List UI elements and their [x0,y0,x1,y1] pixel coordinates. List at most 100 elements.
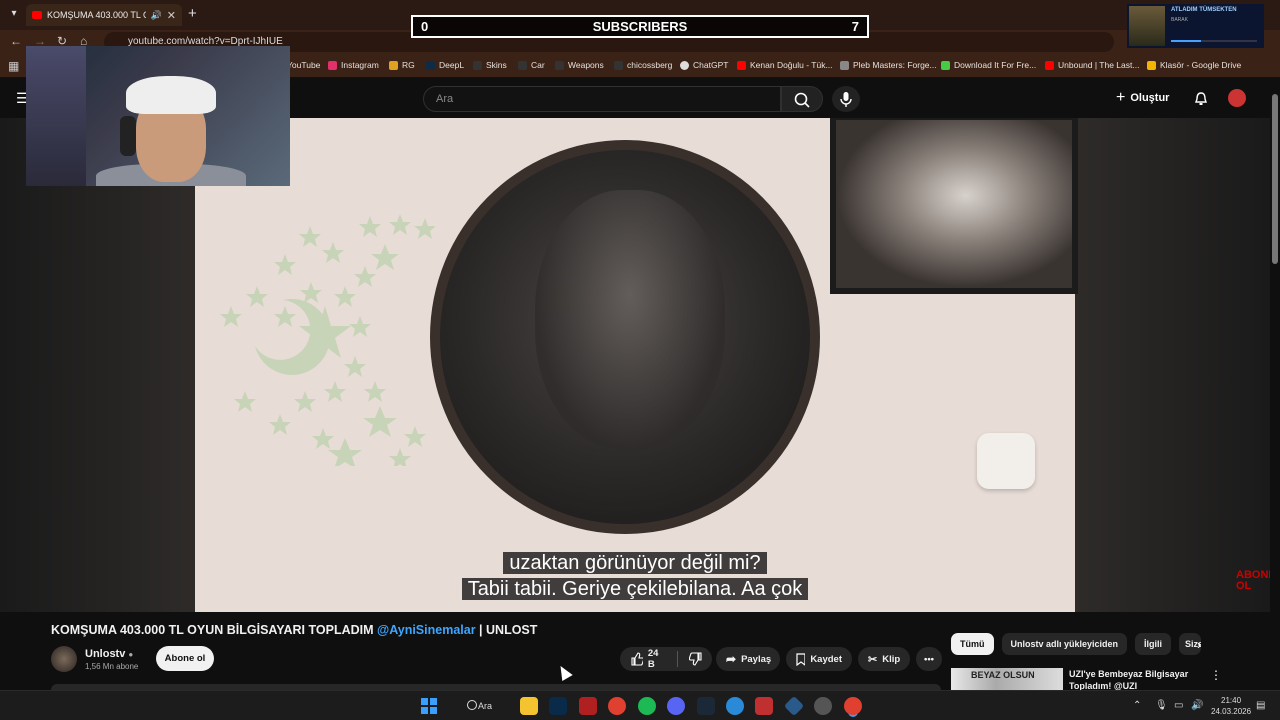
chevron-right-icon[interactable]: › [1197,637,1201,652]
bookmark-chatgpt[interactable]: ChatGPT [680,60,728,70]
share-icon: ➦ [726,652,737,666]
bookmark-label: Unbound | The Last... [1058,60,1140,70]
close-tab-icon[interactable]: ✕ [167,9,176,22]
recommended-video-title[interactable]: UZI'ye Bembeyaz Bilgisayar Topladım! @UZ… [1069,668,1197,690]
speaker-icon[interactable]: 🔊 [151,10,162,21]
subscribe-button[interactable]: Abone ol [156,646,214,671]
apps-icon[interactable]: ▦ [8,59,19,73]
share-button[interactable]: ➦ Paylaş [716,647,780,671]
volume-icon[interactable]: 🔊 [1191,700,1203,711]
clock-time: 21:40 [1221,696,1242,705]
wall-outlet [977,433,1035,489]
caption-text: uzaktan görünüyor değil mi? [503,552,767,574]
glow-stars-decoration [220,214,435,466]
windows-start-icon[interactable] [420,697,438,715]
thumbs-up-icon[interactable] [630,652,643,666]
more-actions-button[interactable]: ••• [916,647,942,671]
bookmark-label: Pleb Masters: Forge... [853,60,937,70]
video-player[interactable]: uzaktan görünüyor değil mi? Tabii tabii.… [0,118,1270,612]
edge-icon[interactable] [726,697,744,715]
network-icon[interactable]: ▭ [1174,700,1183,711]
instagram-icon [328,60,337,70]
bookmark-label: Klasör - Google Drive [1160,60,1242,70]
taskbar-clock[interactable]: 21:40 24.03.2026 [1211,695,1251,717]
deepl-icon [426,60,435,70]
chip-all[interactable]: Tümü [951,633,994,655]
caption-line-1: uzaktan görünüyor değil mi? [0,550,1270,576]
subscriber-counter: 0 SUBSCRIBERS 7 [411,15,869,38]
video-title: KOMŞUMA 403.000 TL OYUN BİLGİSAYARI TOPL… [51,623,537,637]
steam-icon[interactable] [697,697,715,715]
bookmark-label: Download It For Fre... [954,60,1037,70]
caption-text: Tabii tabii. Geriye çekilebilana. Aa çok [461,578,809,600]
chevron-up-icon[interactable]: ⌃ [1133,700,1141,711]
bookmark-weapons[interactable]: Weapons [555,60,604,70]
bookmark-car[interactable]: Car [518,60,545,70]
plus-icon: + [1116,89,1126,106]
now-playing-progress [1171,40,1257,42]
like-dislike-group: 24 B [620,647,712,671]
bookmark-label: YouTube [287,60,321,70]
app-icon-blue[interactable] [783,695,805,717]
kebab-menu-icon[interactable]: ⋮ [1210,668,1222,682]
save-button[interactable]: Kaydet [786,647,852,671]
channel-name[interactable]: Unlostv ● [85,648,133,660]
clip-button[interactable]: ✂ Klip [858,647,910,671]
bookmark-unbound[interactable]: Unbound | The Last... [1045,60,1139,70]
bookmark-label: Car [531,60,545,70]
file-explorer-icon[interactable] [520,697,538,715]
bookmark-pleb-masters[interactable]: Pleb Masters: Forge... [840,60,937,70]
browser-tab[interactable]: KOMŞUMA 403.000 TL OYUN 🔊 ✕ [26,4,182,26]
windows-taskbar: Ara ⌃ 🎙 ▭ 🔊 21:40 24.03.2026 ▤ [0,690,1280,720]
photoshop-icon[interactable] [549,697,567,715]
folder-icon [473,60,482,70]
clock-date: 24.03.2026 [1211,707,1252,716]
bookmark-kenan[interactable]: Kenan Doğulu - Tük... [737,60,833,70]
thumbs-down-icon[interactable] [689,652,702,666]
notification-center-icon[interactable]: ▤ [1256,700,1265,711]
bookmark-label: Kenan Doğulu - Tük... [750,60,833,70]
notifications-bell-icon[interactable] [1193,91,1209,107]
bookmark-youtube[interactable]: YouTube [287,60,320,70]
account-avatar[interactable] [1228,89,1246,107]
bookmark-google-drive[interactable]: Klasör - Google Drive [1147,60,1241,70]
new-tab-button[interactable]: + [188,5,197,22]
app-icon-red[interactable] [755,697,773,715]
search-input[interactable]: Ara [423,86,781,112]
scrollbar-thumb[interactable] [1272,94,1278,264]
bookmark-instagram[interactable]: Instagram [328,60,379,70]
bookmark-label: ChatGPT [693,60,729,70]
youtube-icon [737,60,746,70]
obs-icon[interactable] [814,697,832,715]
channel-avatar[interactable] [51,646,77,672]
back-icon[interactable]: ← [10,34,22,48]
page-scrollbar[interactable] [1270,78,1280,690]
spotify-icon[interactable] [638,697,656,715]
create-button[interactable]: + Oluştur [1116,89,1169,107]
bookmark-deepl[interactable]: DeepL [426,60,464,70]
video-ambient-left [0,118,195,612]
chip-related[interactable]: İlgili [1135,633,1172,655]
recommended-video-thumbnail[interactable]: BEYAZ OLSUN [951,668,1063,690]
chrome-active-icon[interactable] [844,697,862,715]
channel-name-text[interactable]: Unlostv [85,648,125,660]
microphone-tray-icon[interactable]: 🎙 [1155,700,1168,711]
sword-icon [840,60,849,70]
like-count[interactable]: 24 B [648,648,666,670]
taskbar-search[interactable]: Ara [450,695,510,717]
bookmark-download[interactable]: Download It For Fre... [941,60,1036,70]
discord-icon[interactable] [667,697,685,715]
search-button[interactable] [781,86,823,112]
voice-search-button[interactable] [832,86,860,112]
bookmark-chicossberg[interactable]: chicossberg [614,60,672,70]
video-title-suffix: | UNLOST [475,623,538,637]
chrome-icon[interactable] [608,697,626,715]
bookmark-skins[interactable]: Skins [473,60,507,70]
chip-from-uploader[interactable]: Unlostv adlı yükleyiciden [1001,633,1128,655]
bookmark-label: DeepL [439,60,465,70]
tab-list-icon[interactable]: ▾ [6,6,22,22]
bookmark-rg[interactable]: RG [389,60,415,70]
clip-label: Klip [882,653,901,665]
filezilla-icon[interactable] [579,697,597,715]
mention-link[interactable]: @AyniSinemalar [377,623,476,637]
